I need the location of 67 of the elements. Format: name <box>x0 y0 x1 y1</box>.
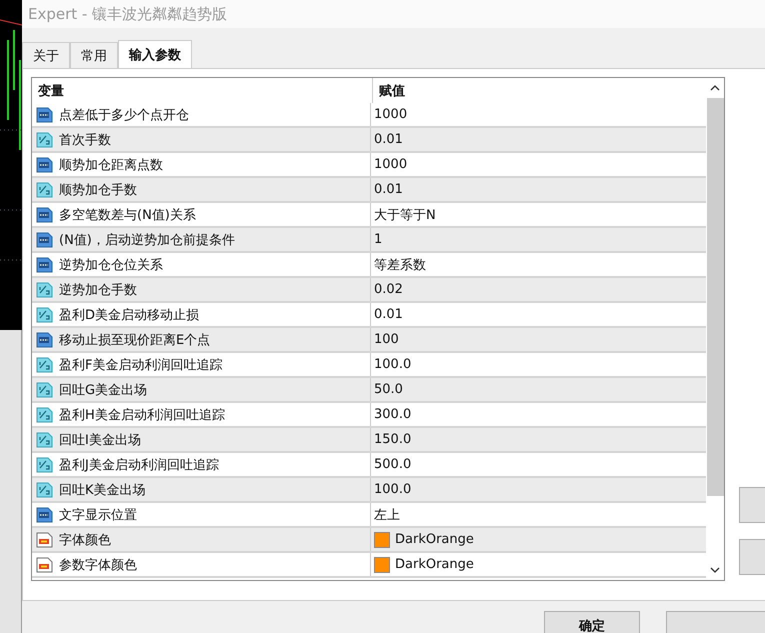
integer-icon <box>36 506 54 524</box>
integer-icon <box>36 206 54 224</box>
parameter-name: 回吐I美金出场 <box>59 432 141 448</box>
integer-icon <box>36 330 54 348</box>
parameter-value[interactable]: 1000 <box>374 107 408 122</box>
scroll-thumb[interactable] <box>706 98 724 496</box>
parameter-value[interactable]: 100.0 <box>374 482 412 497</box>
column-header[interactable]: 赋值 <box>373 78 706 103</box>
parameter-value[interactable]: DarkOrange <box>395 557 474 572</box>
parameter-value[interactable]: 左上 <box>374 506 400 524</box>
fraction-icon <box>36 406 54 424</box>
fraction-icon <box>36 456 54 474</box>
parameter-value[interactable]: DarkOrange <box>395 532 474 547</box>
color-icon <box>36 556 54 574</box>
parameter-value[interactable]: 100 <box>374 332 399 347</box>
parameter-name: 逆势加仓仓位关系 <box>59 256 163 274</box>
parameter-value[interactable]: 500.0 <box>374 457 412 472</box>
parameter-name: 首次手数 <box>59 132 111 148</box>
fraction-icon <box>36 356 54 374</box>
fraction-icon <box>36 280 54 298</box>
fraction-icon <box>36 480 54 498</box>
parameter-name: 点差低于多少个点开仓 <box>59 106 189 124</box>
parameter-name: 回吐G美金出场 <box>59 382 148 398</box>
scroll-down-icon[interactable] <box>710 566 720 574</box>
parameter-value[interactable]: 0.02 <box>374 282 403 297</box>
parameter-value[interactable]: 150.0 <box>374 432 412 447</box>
fraction-icon <box>36 430 54 448</box>
parameter-name: 文字显示位置 <box>59 506 137 524</box>
parameter-value[interactable]: 大于等于N <box>374 206 436 224</box>
parameter-value[interactable]: 0.01 <box>374 182 403 197</box>
parameter-name: 盈利J美金启动利润回吐追踪 <box>59 456 219 474</box>
parameter-value[interactable]: 等差系数 <box>374 256 426 274</box>
fraction-icon <box>36 130 54 148</box>
parameter-name: 移动止损至现价距离E个点 <box>59 332 210 348</box>
integer-icon <box>36 230 54 248</box>
parameter-name: 多空笔数差与(N值)关系 <box>59 206 196 224</box>
fraction-icon <box>36 306 54 324</box>
dialog-button[interactable] <box>666 611 765 633</box>
tab[interactable]: 常用 <box>70 42 118 68</box>
parameter-name: 逆势加仓手数 <box>59 282 137 298</box>
scroll-up-icon[interactable] <box>710 84 720 92</box>
fraction-icon <box>36 380 54 398</box>
fraction-icon <box>36 180 54 198</box>
parameter-name: 字体颜色 <box>59 532 111 548</box>
parameter-name: (N值)，启动逆势加仓前提条件 <box>59 232 235 248</box>
integer-icon <box>36 156 54 174</box>
parameter-value[interactable]: 50.0 <box>374 382 403 397</box>
parameter-name: 顺势加仓手数 <box>59 182 137 198</box>
window-title: Expert - 镶丰波光粼粼趋势版 <box>22 0 765 28</box>
tab[interactable]: 关于 <box>22 42 70 68</box>
parameter-name: 参数字体颜色 <box>59 556 137 574</box>
parameter-name: 回吐K美金出场 <box>59 482 146 498</box>
parameter-value[interactable]: 0.01 <box>374 307 403 322</box>
parameter-value[interactable]: 1000 <box>374 157 408 172</box>
parameter-name: 盈利F美金启动利润回吐追踪 <box>59 356 222 374</box>
integer-icon <box>36 256 54 274</box>
parameter-name: 盈利D美金启动移动止损 <box>59 306 200 324</box>
parameter-value[interactable]: 0.01 <box>374 132 403 147</box>
tab[interactable]: 输入参数 <box>118 40 192 69</box>
parameter-name: 盈利H美金启动利润回吐追踪 <box>59 406 225 424</box>
parameter-value[interactable]: 1 <box>374 232 382 247</box>
integer-icon <box>36 106 54 124</box>
parameter-name: 顺势加仓距离点数 <box>59 156 163 174</box>
color-icon <box>36 530 54 548</box>
ok-button[interactable]: 确定 <box>544 611 640 633</box>
parameter-value[interactable]: 300.0 <box>374 407 412 422</box>
parameter-value[interactable]: 100.0 <box>374 357 412 372</box>
